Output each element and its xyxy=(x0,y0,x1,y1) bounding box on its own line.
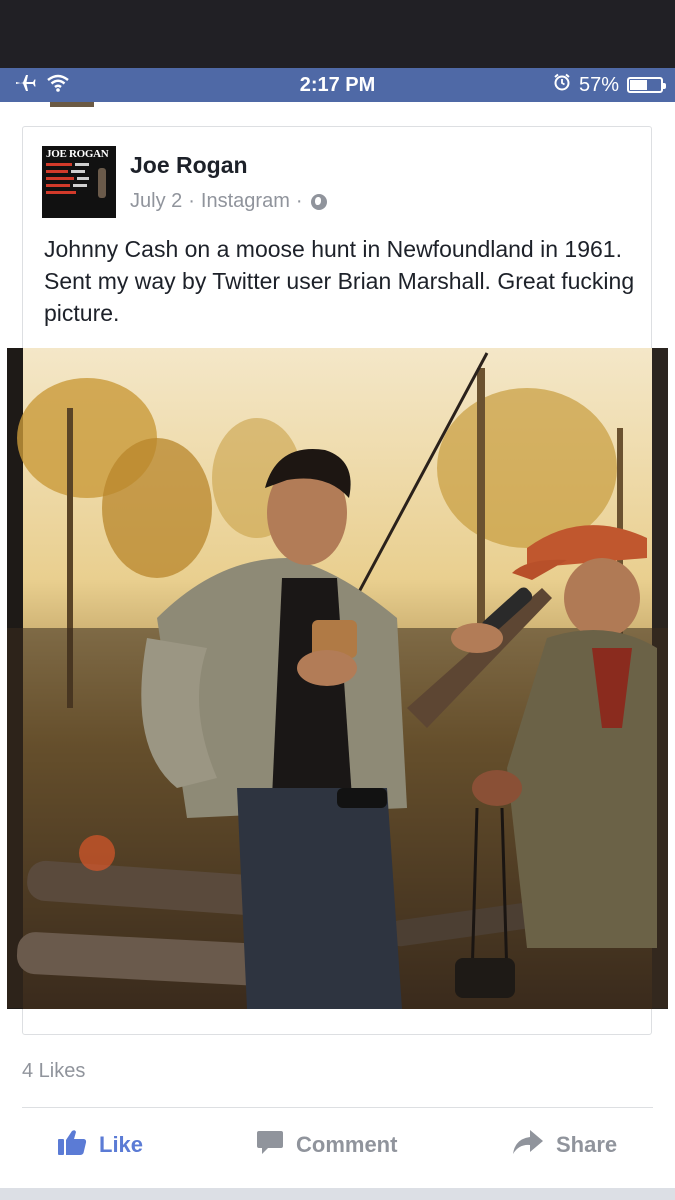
battery-fill xyxy=(630,80,648,90)
share-button[interactable]: Share xyxy=(512,1120,617,1170)
thumbs-up-icon xyxy=(57,1128,87,1162)
bottom-strip xyxy=(0,1188,675,1200)
share-label: Share xyxy=(556,1132,618,1157)
globe-icon xyxy=(310,193,327,210)
post-actions: Like Comment Share xyxy=(0,1120,675,1170)
status-right: 57% xyxy=(553,73,666,97)
like-label: Like xyxy=(99,1132,144,1157)
post-photo[interactable] xyxy=(7,348,668,1009)
post-author[interactable]: Joe Rogan xyxy=(130,152,248,179)
post-text: Johnny Cash on a moose hunt in Newfoundl… xyxy=(44,236,635,326)
battery-icon xyxy=(627,77,666,93)
battery-percent: 57% xyxy=(578,73,619,96)
likes-count[interactable]: 4 Likes xyxy=(22,1060,85,1083)
post-meta: July 2 · Instagram · xyxy=(130,190,327,213)
meta-separator: · xyxy=(188,190,195,212)
alarm-icon xyxy=(553,73,571,97)
actions-divider xyxy=(22,1107,653,1108)
battery-nub xyxy=(663,83,666,89)
avatar[interactable]: JOE ROGAN xyxy=(42,146,116,218)
comment-button[interactable]: Comment xyxy=(256,1120,397,1170)
comment-icon xyxy=(256,1128,284,1162)
previous-post-thumbnail xyxy=(50,102,94,107)
post-date[interactable]: July 2 xyxy=(130,190,182,213)
share-icon xyxy=(512,1129,544,1161)
comment-label: Comment xyxy=(296,1132,398,1157)
avatar-figure xyxy=(98,168,106,198)
avatar-brand-text: JOE ROGAN xyxy=(46,148,109,160)
status-bar: 2:17 PM 57% xyxy=(0,68,675,102)
like-button[interactable]: Like xyxy=(57,1120,143,1170)
top-black-bar xyxy=(0,0,675,68)
meta-separator-2: · xyxy=(295,190,303,212)
post-source[interactable]: Instagram xyxy=(201,190,290,213)
